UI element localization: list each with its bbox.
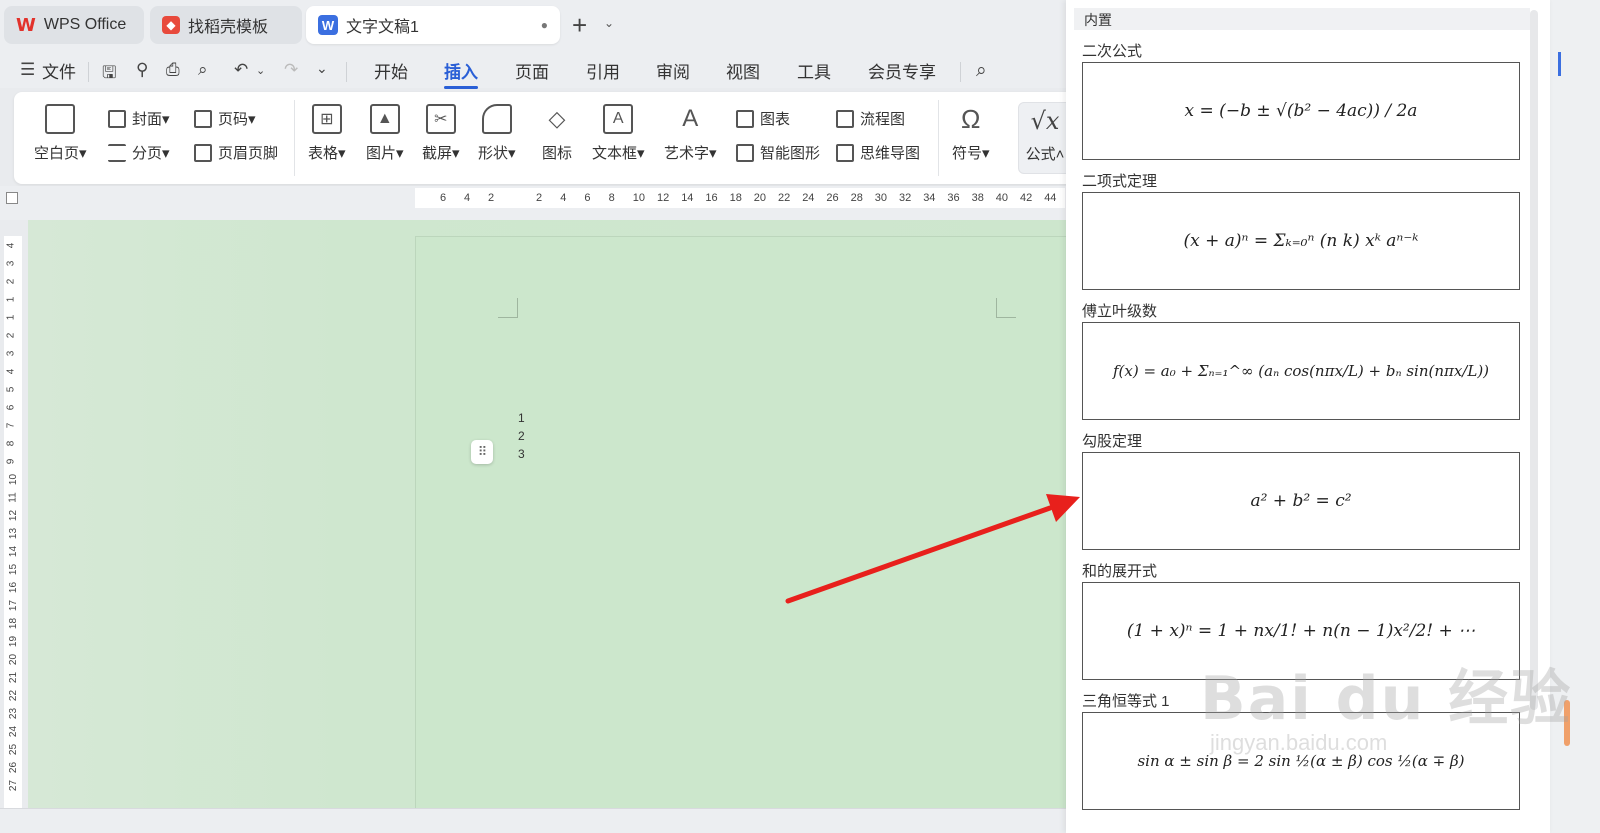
watermark-url: jingyan.baidu.com [1210,730,1388,755]
watermark-logo: Bai du 经验 [1200,664,1573,734]
